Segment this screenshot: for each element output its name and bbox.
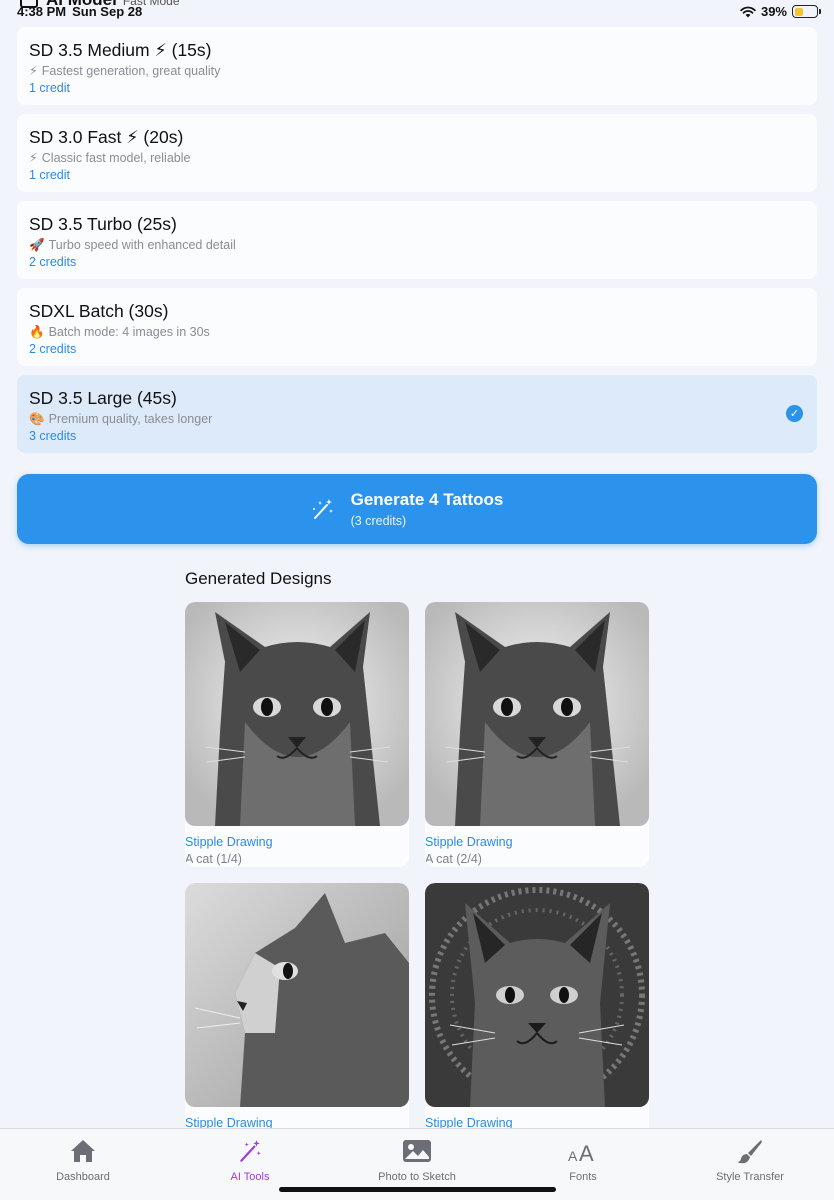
lightning-icon: ⚡ <box>29 151 38 165</box>
model-desc-text: Turbo speed with enhanced detail <box>48 238 236 252</box>
design-card[interactable]: Stipple Drawing A cat (1/4) <box>185 602 409 867</box>
house-icon <box>71 1140 95 1162</box>
design-image[interactable] <box>425 883 649 1107</box>
model-description: 🚀 Turbo speed with enhanced detail <box>29 236 805 254</box>
model-credits: 1 credit <box>29 168 70 182</box>
model-description: ⚡ Fastest generation, great quality <box>29 62 805 80</box>
design-card[interactable]: Stipple Drawing <box>185 883 409 1148</box>
time-text: 4:38 PM <box>17 4 67 19</box>
tab-label: Photo to Sketch <box>378 1171 456 1183</box>
model-credits: 1 credit <box>29 81 70 95</box>
model-name: SD 3.5 Medium ⚡ (15s) <box>29 40 212 60</box>
model-option[interactable]: SD 3.0 Fast ⚡ (20s) ⚡ Classic fast model,… <box>17 114 817 192</box>
design-image[interactable] <box>185 883 409 1107</box>
fire-icon: 🔥 <box>29 325 45 339</box>
status-bar: AI ModelFast Mode 4:38 PMSun Sep 28 39% <box>0 0 834 22</box>
svg-text:A: A <box>579 1141 594 1163</box>
battery-fill <box>794 7 803 16</box>
design-caption: A cat (2/4) <box>425 852 482 866</box>
home-indicator[interactable] <box>279 1187 556 1192</box>
tab-label: Fonts <box>569 1171 597 1183</box>
battery-icon <box>792 5 821 18</box>
design-style: Stipple Drawing <box>425 835 513 849</box>
battery-percent: 39% <box>760 4 787 19</box>
wifi-icon <box>740 6 756 17</box>
model-name: SD 3.0 Fast ⚡ (20s) <box>29 127 184 147</box>
tab-fonts[interactable]: A A Fonts <box>518 1137 648 1183</box>
design-image[interactable] <box>185 602 409 826</box>
model-name: SD 3.5 Large (45s) <box>29 388 177 408</box>
model-credits: 3 credits <box>29 429 77 443</box>
tab-ai-tools[interactable]: AI Tools <box>185 1137 315 1183</box>
tab-label: Dashboard <box>56 1171 110 1183</box>
model-desc-text: Batch mode: 4 images in 30s <box>48 325 210 339</box>
model-description: 🔥 Batch mode: 4 images in 30s <box>29 323 805 341</box>
model-name: SDXL Batch (30s) <box>29 301 169 321</box>
rocket-icon: 🚀 <box>29 238 45 252</box>
magic-wand-icon <box>312 499 333 519</box>
svg-text:A: A <box>568 1148 578 1163</box>
status-indicators: 39% <box>740 4 821 19</box>
model-name: SD 3.5 Turbo (25s) <box>29 214 177 234</box>
design-image[interactable] <box>425 602 649 826</box>
design-caption: A cat (1/4) <box>185 852 242 866</box>
model-option-selected[interactable]: SD 3.5 Large (45s) 🎨 Premium quality, tak… <box>17 375 817 453</box>
model-description: 🎨 Premium quality, takes longer <box>29 410 805 428</box>
model-desc-text: Classic fast model, reliable <box>41 151 191 165</box>
design-style: Stipple Drawing <box>185 835 273 849</box>
generate-label: Generate 4 Tattoos <box>350 490 504 509</box>
model-credits: 2 credits <box>29 255 77 269</box>
design-card[interactable]: Stipple Drawing A cat (2/4) <box>425 602 649 867</box>
magic-wand-icon <box>240 1140 261 1162</box>
date-text: Sun Sep 28 <box>72 4 143 19</box>
model-desc-text: Premium quality, takes longer <box>48 412 213 426</box>
lightning-icon: ⚡ <box>29 64 38 78</box>
photo-icon <box>403 1140 431 1162</box>
generate-button[interactable]: Generate 4 Tattoos (3 credits) <box>17 474 817 544</box>
tab-style-transfer[interactable]: Style Transfer <box>685 1137 815 1183</box>
design-card[interactable]: Stipple Drawing <box>425 883 649 1148</box>
model-option[interactable]: SDXL Batch (30s) 🔥 Batch mode: 4 images i… <box>17 288 817 366</box>
tab-label: Style Transfer <box>716 1171 784 1183</box>
checkmark-icon: ✓ <box>786 405 803 422</box>
model-option[interactable]: SD 3.5 Medium ⚡ (15s) ⚡ Fastest generatio… <box>17 27 817 105</box>
font-size-icon: A A <box>568 1141 594 1163</box>
paintbrush-icon <box>737 1140 762 1164</box>
model-description: ⚡ Classic fast model, reliable <box>29 149 805 167</box>
model-credits: 2 credits <box>29 342 77 356</box>
tab-dashboard[interactable]: Dashboard <box>18 1137 148 1183</box>
tab-photo-to-sketch[interactable]: Photo to Sketch <box>352 1137 482 1183</box>
tab-label: AI Tools <box>230 1171 270 1183</box>
status-time: 4:38 PM Sun Sep 28 <box>17 4 142 19</box>
generate-credits: (3 credits) <box>350 514 407 528</box>
model-desc-text: Fastest generation, great quality <box>41 64 221 78</box>
section-title: Generated Designs <box>185 569 332 588</box>
palette-icon: 🎨 <box>29 412 45 426</box>
model-option[interactable]: SD 3.5 Turbo (25s) 🚀 Turbo speed with enh… <box>17 201 817 279</box>
